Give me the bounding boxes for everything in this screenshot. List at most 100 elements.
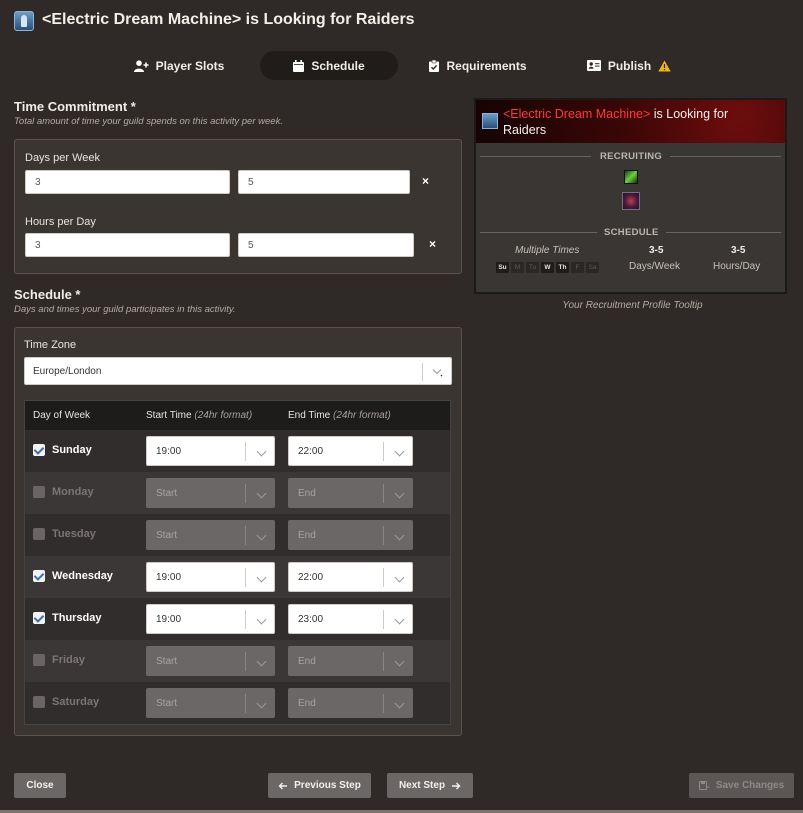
chevron-down-icon xyxy=(394,614,405,625)
day-label: Wednesday xyxy=(52,570,113,582)
divider xyxy=(480,232,597,233)
chevron-down-icon xyxy=(394,488,405,499)
time-commitment-title: Time Commitment * xyxy=(14,99,136,114)
next-step-button[interactable]: Next Step xyxy=(387,773,473,798)
clear-days-button[interactable]: × xyxy=(422,174,429,188)
table-header: Day of Week Start Time (24hr format) End… xyxy=(25,401,450,430)
chevron-down-icon xyxy=(256,656,267,667)
tooltip-caption: Your Recruitment Profile Tooltip xyxy=(562,300,703,311)
chevron-down-icon xyxy=(394,446,405,457)
wednesday-start-select[interactable]: 19:00 xyxy=(146,562,275,592)
hours-min-input[interactable]: 3 xyxy=(25,233,230,257)
monday-end-select[interactable]: End xyxy=(288,478,413,508)
hours-max-input[interactable]: 5 xyxy=(238,233,414,257)
divider xyxy=(666,232,781,233)
guild-crest-icon xyxy=(14,11,34,31)
sunday-start-select[interactable]: 19:00 xyxy=(146,436,275,466)
chevron-down-icon xyxy=(432,369,443,377)
hours-per-day-label: Hours per Day xyxy=(25,216,96,228)
day-chip-monday: M xyxy=(511,262,524,273)
tab-schedule[interactable]: Schedule xyxy=(260,51,398,80)
recruitment-tooltip-preview: <Electric Dream Machine> is Looking for … xyxy=(474,98,787,294)
thursday-checkbox[interactable] xyxy=(33,612,45,624)
chevron-down-icon xyxy=(256,446,267,457)
arrow-right-icon xyxy=(452,782,461,789)
tab-publish[interactable]: Publish xyxy=(574,51,684,80)
tab-label: Publish xyxy=(607,58,652,73)
monday-checkbox[interactable] xyxy=(33,486,45,498)
day-label: Monday xyxy=(52,486,94,498)
day-label: Sunday xyxy=(52,444,92,456)
select-divider xyxy=(422,363,423,381)
chevron-down-icon xyxy=(394,572,405,583)
tooltip-banner: <Electric Dream Machine> is Looking for … xyxy=(476,100,785,143)
table-row-thursday: Thursday 19:00 23:00 xyxy=(25,598,450,640)
day-chip-sunday: Su xyxy=(496,262,509,273)
wednesday-checkbox[interactable] xyxy=(33,570,45,582)
table-row-monday: Monday Start End xyxy=(25,472,450,514)
monday-start-select[interactable]: Start xyxy=(146,478,275,508)
table-row-sunday: Sunday 19:00 22:00 xyxy=(25,430,450,472)
hours-per-day-value: 3-5 xyxy=(731,245,746,256)
thursday-start-select[interactable]: 19:00 xyxy=(146,604,275,634)
days-per-week-label: Days per Week xyxy=(25,152,100,164)
close-button[interactable]: Close xyxy=(14,773,66,798)
table-row-saturday: Saturday Start End xyxy=(25,682,450,724)
tab-label: Requirements xyxy=(446,58,527,73)
tab-label: Schedule xyxy=(311,58,365,73)
saturday-start-select[interactable]: Start xyxy=(146,688,275,718)
chevron-down-icon xyxy=(256,488,267,499)
tuesday-start-select[interactable]: Start xyxy=(146,520,275,550)
day-chip-saturday: Sa xyxy=(586,262,599,273)
day-chip-thursday: Th xyxy=(556,262,569,273)
days-min-input[interactable]: 3 xyxy=(25,170,230,194)
timezone-select[interactable]: Europe/London xyxy=(24,357,452,385)
thursday-end-select[interactable]: 23:00 xyxy=(288,604,413,634)
chevron-down-icon xyxy=(256,698,267,709)
friday-start-select[interactable]: Start xyxy=(146,646,275,676)
wednesday-end-select[interactable]: 22:00 xyxy=(288,562,413,592)
tab-label: Player Slots xyxy=(155,58,225,73)
warning-icon xyxy=(658,60,671,71)
divider xyxy=(480,156,591,157)
tooltip-title: <Electric Dream Machine> is Looking for … xyxy=(503,107,729,137)
sunday-checkbox[interactable] xyxy=(33,444,45,456)
table-row-friday: Friday Start End xyxy=(25,640,450,682)
schedule-title: Schedule * xyxy=(14,287,81,302)
id-card-icon xyxy=(586,60,601,71)
tab-player-slots[interactable]: Player Slots xyxy=(118,51,240,80)
days-max-input[interactable]: 5 xyxy=(238,170,410,194)
days-per-week-value: 3-5 xyxy=(649,245,664,256)
hours-per-day-caption: Hours/Day xyxy=(713,261,761,272)
previous-step-button[interactable]: Previous Step xyxy=(268,773,371,798)
schedule-subtitle: Days and times your guild participates i… xyxy=(14,304,236,315)
schedule-table: Day of Week Start Time (24hr format) End… xyxy=(24,400,451,725)
schedule-heading: SCHEDULE xyxy=(604,227,659,238)
recruiting-heading: RECRUITING xyxy=(600,151,663,162)
arrow-left-icon xyxy=(278,782,288,789)
save-changes-button[interactable]: Save Changes xyxy=(689,773,794,798)
timezone-value: Europe/London xyxy=(33,365,102,377)
time-commitment-subtitle: Total amount of time your guild spends o… xyxy=(14,116,283,127)
clipboard-check-icon xyxy=(429,59,440,72)
day-label: Thursday xyxy=(52,612,102,624)
divider xyxy=(670,156,781,157)
page-title: <Electric Dream Machine> is Looking for … xyxy=(42,11,415,28)
multiple-times-label: Multiple Times xyxy=(515,245,580,256)
chevron-down-icon xyxy=(394,530,405,541)
timezone-label: Time Zone xyxy=(24,339,77,351)
day-label: Saturday xyxy=(52,696,100,708)
save-icon xyxy=(698,781,710,790)
friday-end-select[interactable]: End xyxy=(288,646,413,676)
guild-crest-icon xyxy=(482,113,498,129)
clear-hours-button[interactable]: × xyxy=(429,237,436,251)
tuesday-end-select[interactable]: End xyxy=(288,520,413,550)
col-day-header: Day of Week xyxy=(33,410,91,421)
friday-checkbox[interactable] xyxy=(33,654,45,666)
sunday-end-select[interactable]: 22:00 xyxy=(288,436,413,466)
chevron-down-icon xyxy=(394,656,405,667)
tuesday-checkbox[interactable] xyxy=(33,528,45,540)
saturday-checkbox[interactable] xyxy=(33,696,45,708)
tab-requirements[interactable]: Requirements xyxy=(416,51,540,80)
saturday-end-select[interactable]: End xyxy=(288,688,413,718)
